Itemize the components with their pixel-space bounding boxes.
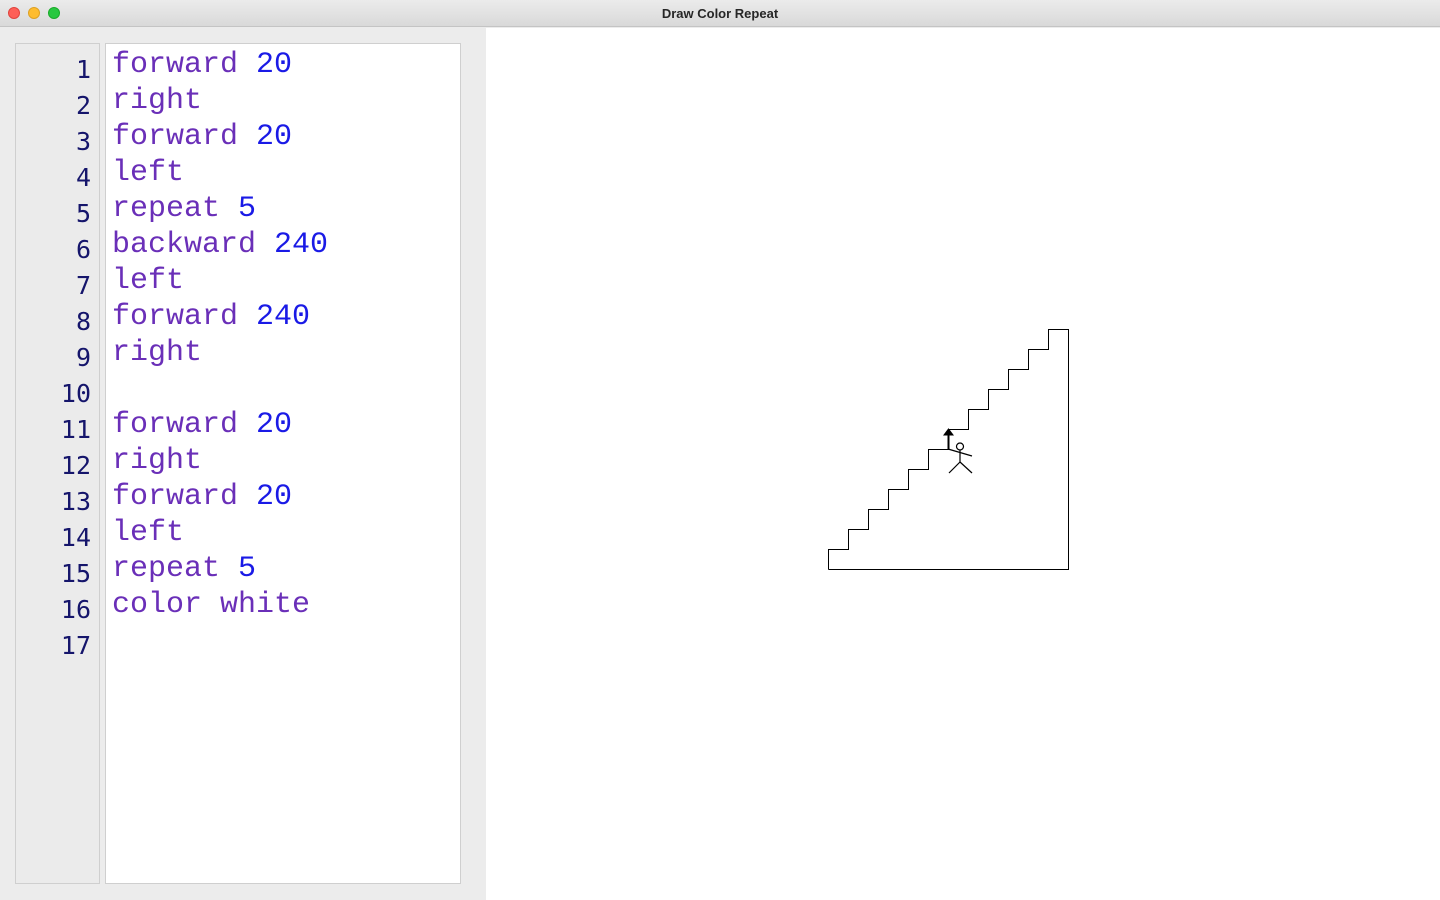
code-keyword: left: [112, 264, 185, 298]
line-number: 9: [75, 343, 91, 372]
code-keyword: forward: [112, 300, 239, 334]
window-title: Draw Color Repeat: [661, 6, 779, 21]
line-number: 8: [75, 307, 91, 336]
code-argument: 20: [256, 480, 293, 514]
editor-pane: 1 2 3 4 5 6 7 8 9 10 11 12 13 14 15 16 17 forward 20 righ…: [0, 28, 486, 900]
line-number: 11: [60, 415, 91, 444]
code-keyword: right: [112, 444, 203, 478]
line-number: 4: [75, 163, 91, 192]
line-number: 7: [75, 271, 91, 300]
code-line[interactable]: forward 240: [112, 299, 310, 335]
line-number-gutter: 1 2 3 4 5 6 7 8 9 10 11 12 13 14 15 16 17: [15, 43, 100, 884]
code-keyword: left: [112, 516, 185, 550]
code-line[interactable]: right: [112, 83, 202, 119]
code-keyword: repeat: [112, 192, 221, 226]
code-line[interactable]: left: [112, 515, 184, 551]
code-argument: 5: [238, 192, 257, 226]
line-number: 17: [60, 631, 91, 660]
code-line[interactable]: color white: [112, 587, 310, 623]
code-line[interactable]: forward 20: [112, 407, 292, 443]
line-number: 2: [75, 91, 91, 120]
line-number: 14: [60, 523, 91, 552]
code-line[interactable]: left: [112, 155, 184, 191]
code-keyword: color white: [112, 588, 311, 622]
stick-figure-icon: [947, 442, 973, 474]
code-line[interactable]: repeat 5: [112, 191, 256, 227]
code-line[interactable]: repeat 5: [112, 551, 256, 587]
drawing-surface: [828, 329, 1069, 570]
code-keyword: backward: [112, 228, 257, 262]
drawing-canvas: [486, 28, 1440, 900]
line-number: 13: [60, 487, 91, 516]
code-line[interactable]: backward 240: [112, 227, 328, 263]
code-keyword: right: [112, 336, 203, 370]
code-keyword: right: [112, 84, 203, 118]
line-number: 6: [75, 235, 91, 264]
line-number: 5: [75, 199, 91, 228]
code-line[interactable]: right: [112, 443, 202, 479]
line-number: 10: [60, 379, 91, 408]
code-argument: 20: [256, 408, 293, 442]
code-keyword: forward: [112, 120, 239, 154]
title-bar: Draw Color Repeat: [0, 0, 1440, 27]
code-keyword: left: [112, 156, 185, 190]
code-line[interactable]: forward 20: [112, 119, 292, 155]
code-keyword: forward: [112, 408, 239, 442]
code-line[interactable]: left: [112, 263, 184, 299]
code-line[interactable]: forward 20: [112, 47, 292, 83]
code-argument: 5: [238, 552, 257, 586]
code-line[interactable]: right: [112, 335, 202, 371]
app-window: Draw Color Repeat 1 2 3 4 5 6 7 8 9 10 11 12 13 14 15 1…: [0, 0, 1440, 900]
line-number: 16: [60, 595, 91, 624]
line-number: 1: [75, 55, 91, 84]
code-line[interactable]: forward 20: [112, 479, 292, 515]
code-argument: 240: [256, 300, 311, 334]
code-keyword: forward: [112, 48, 239, 82]
line-number: 12: [60, 451, 91, 480]
turtle-arrow-icon: [943, 428, 954, 450]
code-argument: 20: [256, 120, 293, 154]
line-number: 3: [75, 127, 91, 156]
code-keyword: forward: [112, 480, 239, 514]
code-argument: 20: [256, 48, 293, 82]
code-argument: 240: [274, 228, 329, 262]
code-keyword: repeat: [112, 552, 221, 586]
code-editor[interactable]: forward 20 right forward 20 left repeat 5 bac…: [105, 43, 461, 884]
line-number: 15: [60, 559, 91, 588]
